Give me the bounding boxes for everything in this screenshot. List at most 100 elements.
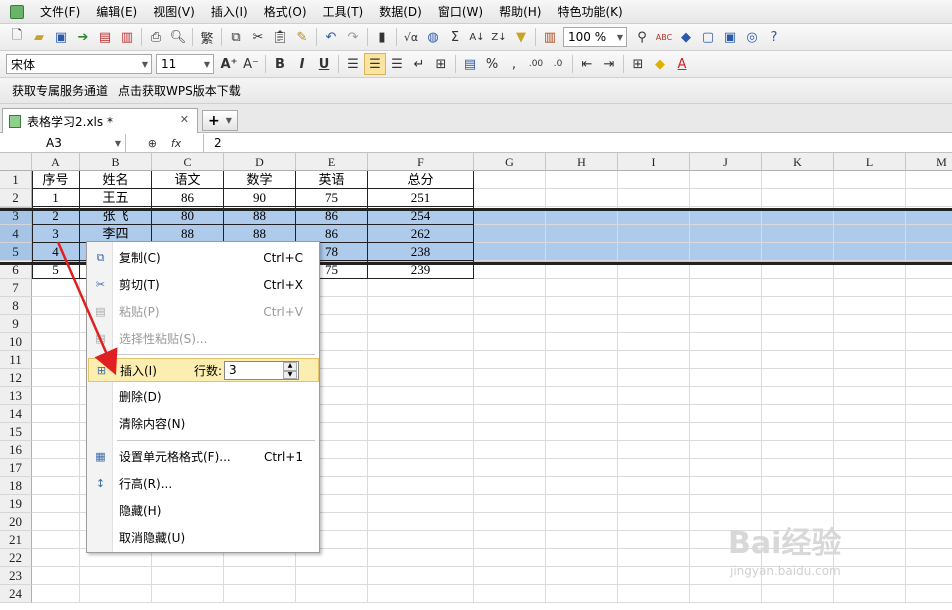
cell-l16[interactable]	[834, 441, 906, 459]
fx-icon[interactable]: fx	[171, 137, 181, 150]
row-header-2[interactable]: 2	[0, 189, 32, 207]
column-header-k[interactable]: K	[762, 153, 834, 171]
redo-icon[interactable]: ↷	[342, 26, 364, 48]
cell-g15[interactable]	[474, 423, 546, 441]
row-header-24[interactable]: 24	[0, 585, 32, 603]
cell-i15[interactable]	[618, 423, 690, 441]
cell-j4[interactable]	[690, 225, 762, 243]
cell-g19[interactable]	[474, 495, 546, 513]
row-header-21[interactable]: 21	[0, 531, 32, 549]
borders-icon[interactable]: ⊞	[627, 53, 649, 75]
cell-e1[interactable]: 英语	[296, 171, 368, 189]
cell-h9[interactable]	[546, 315, 618, 333]
menu-special[interactable]: 特色功能(K)	[549, 1, 630, 23]
cell-f16[interactable]	[368, 441, 474, 459]
cell-l9[interactable]	[834, 315, 906, 333]
align-center-icon[interactable]: ☰	[364, 53, 386, 75]
chevron-down-icon[interactable]: ▼	[115, 135, 121, 153]
zoom-select[interactable]: 100 % ▼	[563, 27, 627, 47]
row-header-9[interactable]: 9	[0, 315, 32, 333]
new-tab-button[interactable]: + ▼	[202, 110, 238, 131]
column-header-a[interactable]: A	[32, 153, 80, 171]
cell-i5[interactable]	[618, 243, 690, 261]
cell-m15[interactable]	[906, 423, 952, 441]
row-header-7[interactable]: 7	[0, 279, 32, 297]
cell-a2[interactable]: 1	[32, 189, 80, 207]
cell-j17[interactable]	[690, 459, 762, 477]
cell-k7[interactable]	[762, 279, 834, 297]
currency-icon[interactable]: ▤	[459, 53, 481, 75]
stepper-down-icon[interactable]: ▼	[283, 370, 297, 379]
percent-icon[interactable]: %	[481, 53, 503, 75]
cell-j7[interactable]	[690, 279, 762, 297]
cell-a21[interactable]	[32, 531, 80, 549]
row-header-22[interactable]: 22	[0, 549, 32, 567]
cell-h20[interactable]	[546, 513, 618, 531]
cell-j12[interactable]	[690, 369, 762, 387]
italic-button[interactable]: I	[291, 53, 313, 75]
formula-input[interactable]: 2	[204, 136, 222, 150]
cell-a12[interactable]	[32, 369, 80, 387]
cell-a11[interactable]	[32, 351, 80, 369]
cell-k5[interactable]	[762, 243, 834, 261]
row-header-20[interactable]: 20	[0, 513, 32, 531]
cell-h4[interactable]	[546, 225, 618, 243]
row-header-13[interactable]: 13	[0, 387, 32, 405]
menu-item-unhide[interactable]: 取消隐藏(U)	[88, 526, 319, 550]
cell-j1[interactable]	[690, 171, 762, 189]
menu-item-hide[interactable]: 隐藏(H)	[88, 499, 319, 523]
menu-window[interactable]: 窗口(W)	[430, 1, 491, 23]
cell-h12[interactable]	[546, 369, 618, 387]
cell-f1[interactable]: 总分	[368, 171, 474, 189]
cell-m18[interactable]	[906, 477, 952, 495]
cell-k16[interactable]	[762, 441, 834, 459]
cell-e2[interactable]: 75	[296, 189, 368, 207]
cell-a20[interactable]	[32, 513, 80, 531]
cell-c23[interactable]	[152, 567, 224, 585]
cell-j5[interactable]	[690, 243, 762, 261]
cell-g18[interactable]	[474, 477, 546, 495]
cell-g1[interactable]	[474, 171, 546, 189]
row-header-14[interactable]: 14	[0, 405, 32, 423]
cell-h14[interactable]	[546, 405, 618, 423]
cell-k9[interactable]	[762, 315, 834, 333]
row-header-16[interactable]: 16	[0, 441, 32, 459]
column-header-l[interactable]: L	[834, 153, 906, 171]
font-name-select[interactable]: 宋体 ▼	[6, 54, 152, 74]
menu-item-insert[interactable]: ⊞ 插入(I) 行数: 3 ▲ ▼	[88, 358, 319, 382]
row-header-10[interactable]: 10	[0, 333, 32, 351]
cell-j14[interactable]	[690, 405, 762, 423]
row-header-1[interactable]: 1	[0, 171, 32, 189]
cell-m2[interactable]	[906, 189, 952, 207]
cell-g16[interactable]	[474, 441, 546, 459]
column-header-i[interactable]: I	[618, 153, 690, 171]
cell-l14[interactable]	[834, 405, 906, 423]
cell-f18[interactable]	[368, 477, 474, 495]
name-box[interactable]: A3 ▼	[0, 133, 126, 153]
cell-h19[interactable]	[546, 495, 618, 513]
align-left-icon[interactable]: ☰	[342, 53, 364, 75]
row-header-15[interactable]: 15	[0, 423, 32, 441]
find-icon[interactable]: ⚲	[631, 26, 653, 48]
hyperlink-icon[interactable]: ◍	[422, 26, 444, 48]
cut-icon[interactable]: ✂	[247, 26, 269, 48]
filter-icon[interactable]: ▼	[510, 26, 532, 48]
cell-k10[interactable]	[762, 333, 834, 351]
cell-f9[interactable]	[368, 315, 474, 333]
cell-g11[interactable]	[474, 351, 546, 369]
cell-k18[interactable]	[762, 477, 834, 495]
menu-format[interactable]: 格式(O)	[256, 1, 315, 23]
cell-g22[interactable]	[474, 549, 546, 567]
export-icon[interactable]: ➔	[72, 26, 94, 48]
cell-b1[interactable]: 姓名	[80, 171, 152, 189]
cell-j10[interactable]	[690, 333, 762, 351]
column-header-j[interactable]: J	[690, 153, 762, 171]
cell-f21[interactable]	[368, 531, 474, 549]
cell-d23[interactable]	[224, 567, 296, 585]
cell-m12[interactable]	[906, 369, 952, 387]
cell-l18[interactable]	[834, 477, 906, 495]
print-preview-icon[interactable]: 🔍︎	[167, 26, 189, 48]
cell-i7[interactable]	[618, 279, 690, 297]
fill-handle-icon[interactable]: ▮	[371, 26, 393, 48]
cell-h13[interactable]	[546, 387, 618, 405]
